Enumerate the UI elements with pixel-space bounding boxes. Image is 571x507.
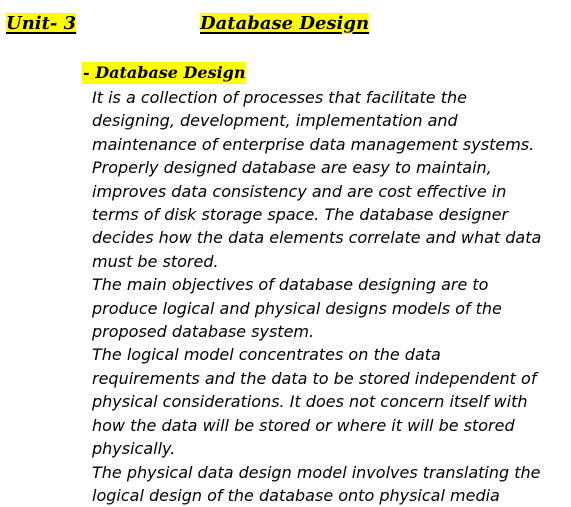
text-line: decides how the data elements correlate … — [92, 228, 542, 248]
text-line: produce logical and physical designs mod… — [92, 298, 502, 318]
text-line: improves data consistency and are cost e… — [92, 181, 507, 201]
text-line: physical considerations. It does not con… — [92, 392, 528, 412]
text-line: maintenance of enterprise data managemen… — [92, 134, 535, 154]
text-line: proposed database system. — [92, 322, 315, 342]
text-line: Properly designed database are easy to m… — [92, 158, 492, 178]
text-line: terms of disk storage space. The databas… — [92, 205, 509, 225]
text-line: must be stored. — [92, 251, 219, 271]
unit-label: Unit- 3 — [6, 12, 77, 36]
page-title: Database Design — [200, 12, 370, 36]
text-line: designing, development, implementation a… — [92, 111, 458, 131]
page-title-text: Database Design — [200, 13, 370, 34]
text-line: The main objectives of database designin… — [92, 275, 489, 295]
text-line: It is a collection of processes that fac… — [92, 88, 467, 107]
body-text: It is a collection of processes that fac… — [92, 86, 541, 507]
text-line: how the data will be stored or where it … — [92, 415, 515, 435]
text-line: logical design of the database onto phys… — [92, 485, 500, 505]
unit-label-text: Unit- 3 — [6, 13, 77, 34]
text-line: requirements and the data to be stored i… — [92, 368, 537, 388]
text-line: physically. — [92, 439, 176, 459]
section-heading: - Database Design — [82, 62, 247, 84]
text-line: The logical model concentrates on the da… — [92, 345, 441, 365]
text-line: The physical data design model involves … — [92, 462, 541, 482]
